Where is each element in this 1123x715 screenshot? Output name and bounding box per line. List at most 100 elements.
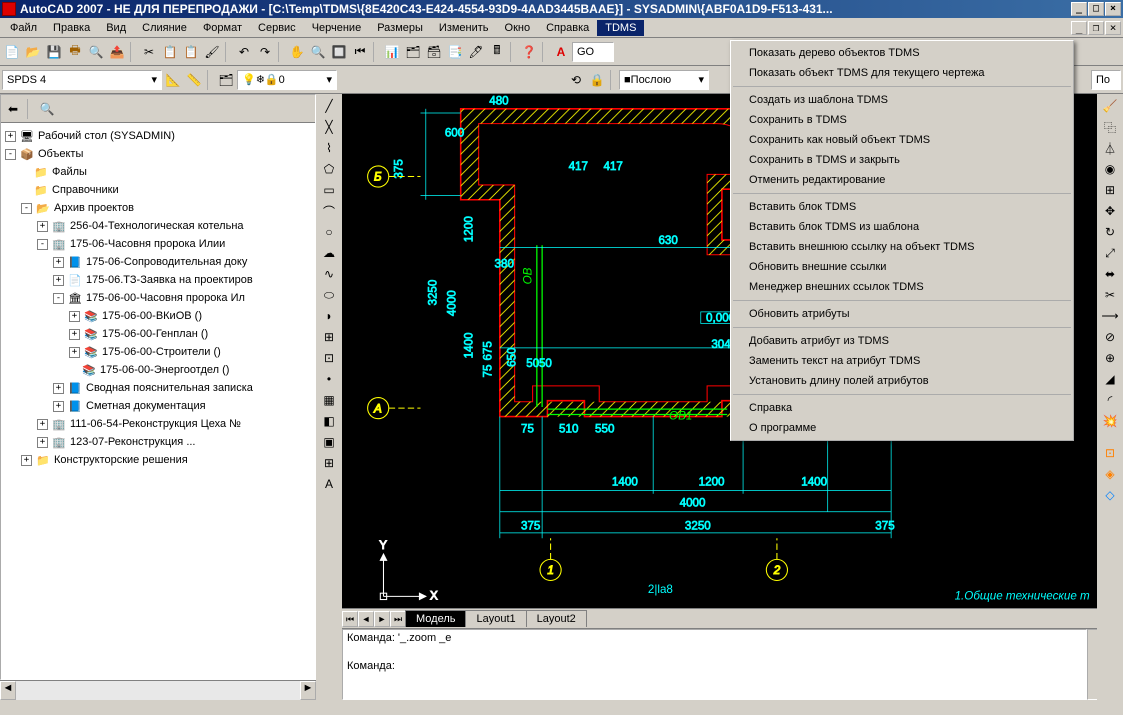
construction-line-icon[interactable]: ╳: [319, 117, 339, 137]
table-icon[interactable]: ⊞: [319, 453, 339, 473]
undo-icon[interactable]: ↶: [234, 42, 254, 62]
expander-icon[interactable]: -: [37, 239, 48, 250]
expander-icon[interactable]: +: [69, 329, 80, 340]
osnap3-icon[interactable]: ◇: [1100, 485, 1120, 505]
polyline-icon[interactable]: ⌇: [319, 138, 339, 158]
copy-obj-icon[interactable]: ⿻: [1100, 117, 1120, 137]
zoom-rt-icon[interactable]: 🔍: [308, 42, 328, 62]
menu-draw[interactable]: Черчение: [304, 20, 370, 36]
offset-icon[interactable]: ◉: [1100, 159, 1120, 179]
mtext-icon[interactable]: A: [319, 474, 339, 494]
erase-icon[interactable]: 🧹: [1100, 96, 1120, 116]
menu-edit[interactable]: Правка: [45, 20, 98, 36]
tree-p2-1[interactable]: 175-06-Сопроводительная доку: [86, 256, 247, 268]
dc-icon[interactable]: 🗂: [403, 42, 423, 62]
expander-icon[interactable]: +: [21, 455, 32, 466]
osnap2-icon[interactable]: ◈: [1100, 464, 1120, 484]
break-icon[interactable]: ⊘: [1100, 327, 1120, 347]
layer-prev-icon[interactable]: ⟲: [566, 70, 586, 90]
region-icon[interactable]: ▣: [319, 432, 339, 452]
tdms-show-obj[interactable]: Показать объект TDMS для текущего чертеж…: [731, 63, 1073, 83]
preview-icon[interactable]: 🔍: [86, 42, 106, 62]
menu-dim[interactable]: Размеры: [369, 20, 431, 36]
menu-help[interactable]: Справка: [538, 20, 597, 36]
tree-p2-5[interactable]: Сметная документация: [86, 400, 206, 412]
fillet-icon[interactable]: ◜: [1100, 390, 1120, 410]
zoom-prev-icon[interactable]: ⏮: [350, 42, 370, 62]
join-icon[interactable]: ⊕: [1100, 348, 1120, 368]
tree-p4[interactable]: 123-07-Реконструкция ...: [70, 436, 196, 448]
autodesk-icon[interactable]: A: [551, 42, 571, 62]
stretch-icon[interactable]: ⬌: [1100, 264, 1120, 284]
command-input[interactable]: Команда:: [347, 660, 1082, 674]
tdms-save[interactable]: Сохранить в TDMS: [731, 110, 1073, 130]
expander-icon[interactable]: +: [5, 131, 16, 142]
close-button[interactable]: ×: [1105, 2, 1121, 16]
ssm-icon[interactable]: 📑: [445, 42, 465, 62]
tree-p1[interactable]: 256-04-Технологическая котельна: [70, 220, 244, 232]
menu-tdms[interactable]: TDMS: [597, 20, 644, 36]
minimize-button[interactable]: _: [1071, 2, 1087, 16]
mdi-restore[interactable]: ❐: [1088, 21, 1104, 35]
tdms-show-tree[interactable]: Показать дерево объектов TDMS: [731, 43, 1073, 63]
menu-merge[interactable]: Слияние: [134, 20, 195, 36]
insert-block-icon[interactable]: ⊞: [319, 327, 339, 347]
tree-root[interactable]: Рабочий стол (SYSADMIN): [38, 130, 175, 142]
tdms-insert-xref[interactable]: Вставить внешнюю ссылку на объект TDMS: [731, 237, 1073, 257]
expander-icon[interactable]: +: [37, 419, 48, 430]
style-btn2-icon[interactable]: 📏: [184, 70, 204, 90]
tree-archive[interactable]: Архив проектов: [54, 202, 134, 214]
expander-icon[interactable]: -: [5, 149, 16, 160]
tdms-replace-text[interactable]: Заменить текст на атрибут TDMS: [731, 351, 1073, 371]
tree-p2-3-2[interactable]: 175-06-00-Генплан (): [102, 328, 208, 340]
plot-icon[interactable]: 🖶: [65, 42, 85, 62]
publish-icon[interactable]: 📤: [107, 42, 127, 62]
help-icon[interactable]: ❓: [519, 42, 539, 62]
redo-icon[interactable]: ↷: [255, 42, 275, 62]
tab-layout2[interactable]: Layout2: [526, 610, 587, 627]
menu-view[interactable]: Вид: [98, 20, 134, 36]
tab-next-icon[interactable]: ►: [374, 611, 390, 627]
tree-p2-3-4[interactable]: 175-06-00-Энергоотдел (): [100, 364, 229, 376]
tdms-insert-block[interactable]: Вставить блок TDMS: [731, 197, 1073, 217]
tree-hscroll[interactable]: ◄►: [0, 680, 316, 700]
maximize-button[interactable]: □: [1088, 2, 1104, 16]
tree-body[interactable]: +🖥Рабочий стол (SYSADMIN) -📦Объекты 📁Фай…: [1, 123, 315, 679]
menu-file[interactable]: Файл: [2, 20, 45, 36]
layer-dropdown[interactable]: 💡❄🔒 0▾: [237, 70, 337, 90]
tdms-update-xref[interactable]: Обновить внешние ссылки: [731, 257, 1073, 277]
style-dropdown[interactable]: SPDS 4▾: [2, 70, 162, 90]
chamfer-icon[interactable]: ◢: [1100, 369, 1120, 389]
point-icon[interactable]: •: [319, 369, 339, 389]
tree-p2-2[interactable]: 175-06.ТЗ-Заявка на проектиров: [86, 274, 253, 286]
osnap-icon[interactable]: ⊡: [1100, 443, 1120, 463]
extend-icon[interactable]: ⟶: [1100, 306, 1120, 326]
scale-icon[interactable]: ⤢: [1100, 243, 1120, 263]
tree-files[interactable]: Файлы: [52, 166, 87, 178]
line-icon[interactable]: ╱: [319, 96, 339, 116]
markup-icon[interactable]: 🖊: [466, 42, 486, 62]
tdms-xref-mgr[interactable]: Менеджер внешних ссылок TDMS: [731, 277, 1073, 297]
tab-prev-icon[interactable]: ◄: [358, 611, 374, 627]
tree-p2-3-1[interactable]: 175-06-00-ВКиОВ (): [102, 310, 202, 322]
expander-icon[interactable]: +: [69, 311, 80, 322]
polygon-icon[interactable]: ⬠: [319, 159, 339, 179]
tdms-cancel-edit[interactable]: Отменить редактирование: [731, 170, 1073, 190]
copy-icon[interactable]: 📋: [160, 42, 180, 62]
tab-layout1[interactable]: Layout1: [465, 610, 526, 627]
expander-icon[interactable]: +: [37, 221, 48, 232]
expander-icon[interactable]: +: [37, 437, 48, 448]
tab-first-icon[interactable]: ⏮: [342, 611, 358, 627]
zoom-win-icon[interactable]: 🔲: [329, 42, 349, 62]
rotate-icon[interactable]: ↻: [1100, 222, 1120, 242]
array-icon[interactable]: ⊞: [1100, 180, 1120, 200]
pan-icon[interactable]: ✋: [287, 42, 307, 62]
open-icon[interactable]: 📂: [23, 42, 43, 62]
revcloud-icon[interactable]: ☁: [319, 243, 339, 263]
arc-icon[interactable]: ⌒: [319, 201, 339, 221]
circle-icon[interactable]: ○: [319, 222, 339, 242]
expander-icon[interactable]: +: [53, 401, 64, 412]
tdms-update-attrs[interactable]: Обновить атрибуты: [731, 304, 1073, 324]
expander-icon[interactable]: -: [21, 203, 32, 214]
explode-icon[interactable]: 💥: [1100, 411, 1120, 431]
